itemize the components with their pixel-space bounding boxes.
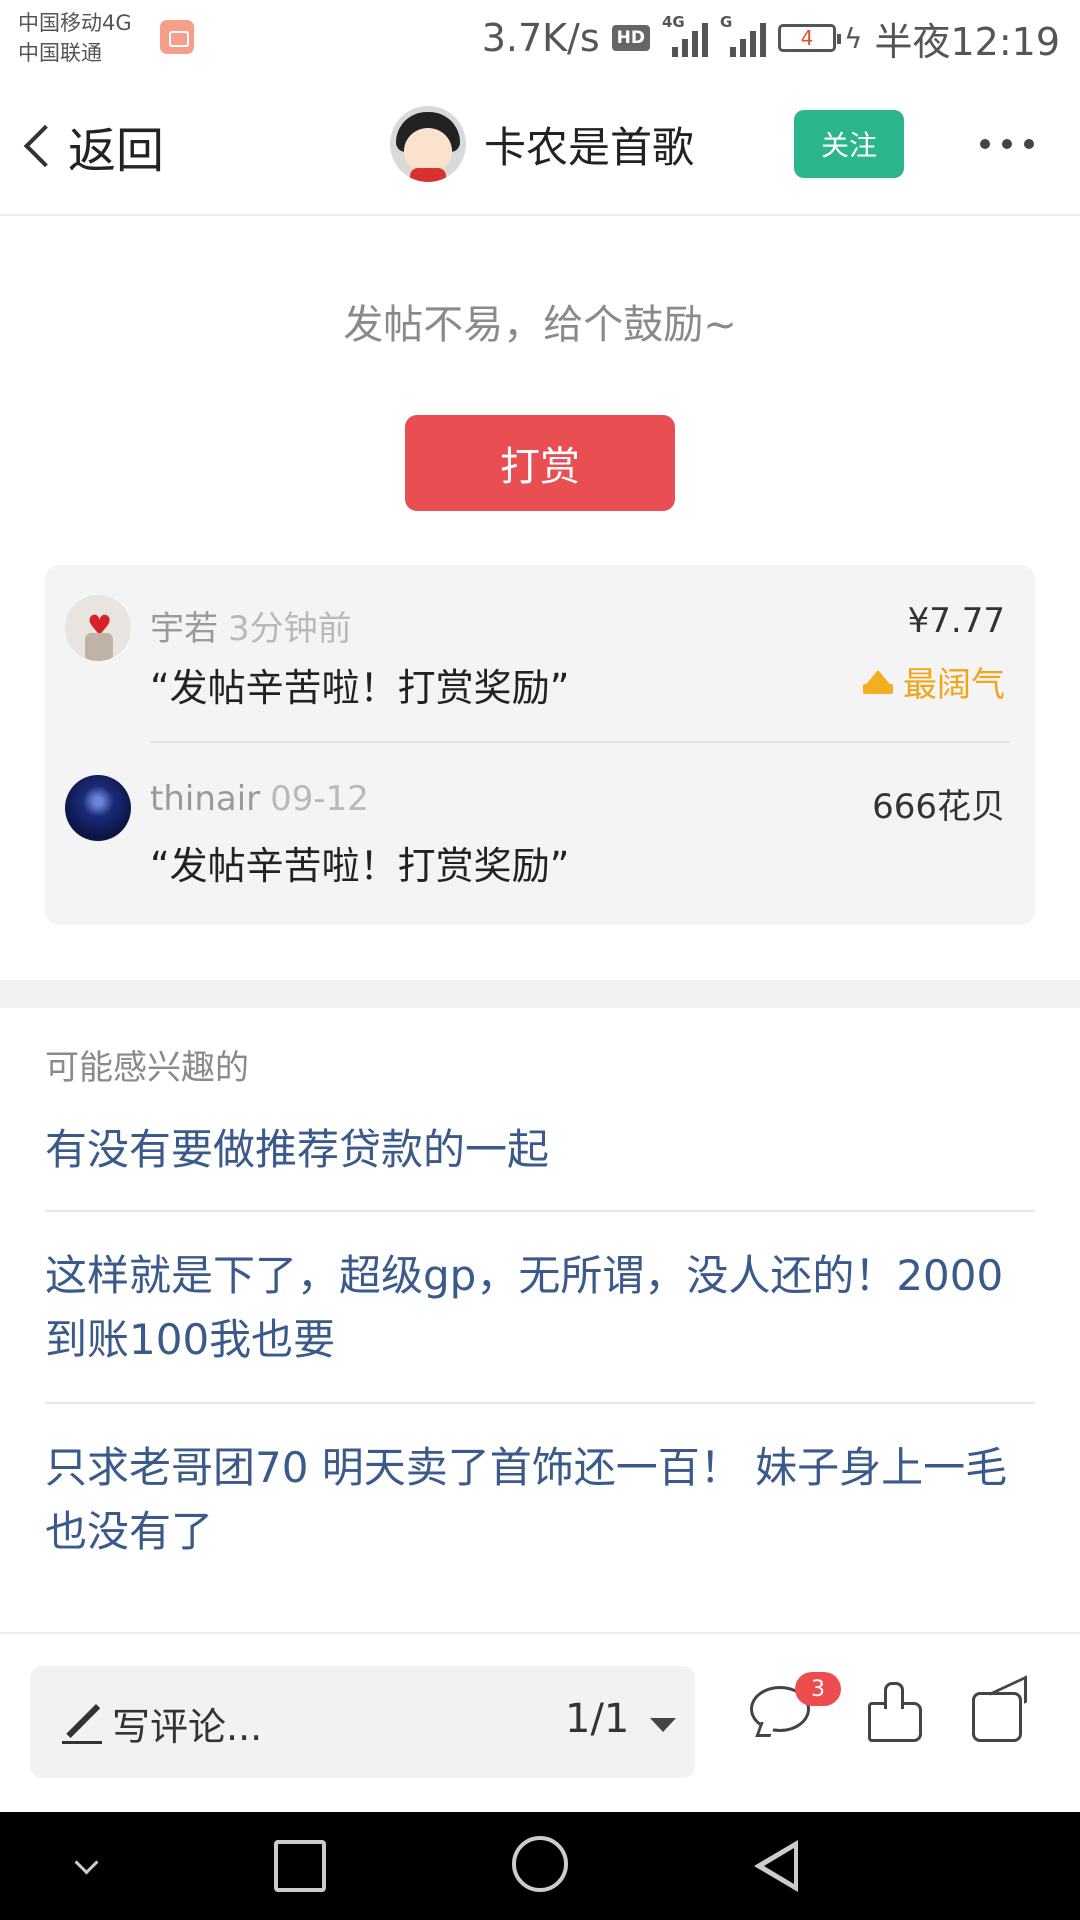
- more-options-icon[interactable]: [980, 132, 1034, 156]
- signal-icon-2: G: [720, 13, 766, 57]
- badge-label: 最阔气: [903, 665, 1005, 705]
- tip-message: “发帖辛苦啦！打赏奖励”: [150, 844, 570, 888]
- recommend-item[interactable]: 有没有要做推荐贷款的一起: [45, 1118, 1035, 1182]
- follow-button[interactable]: 关注: [794, 110, 904, 178]
- reward-prompt: 发帖不易，给个鼓励~: [343, 302, 737, 348]
- chevron-left-icon: [23, 124, 67, 168]
- system-nav-bar: [0, 1812, 1080, 1920]
- author-name[interactable]: 卡农是首歌: [484, 114, 694, 175]
- tip-amount: ¥7.77: [907, 601, 1005, 641]
- page-indicator[interactable]: 1/1: [565, 1696, 629, 1742]
- thumbs-up-icon[interactable]: [862, 1680, 922, 1742]
- signal-icon-1: 4G: [662, 13, 708, 57]
- network-speed: 3.7K/s: [481, 16, 600, 60]
- signal-1-tag: 4G: [662, 13, 685, 31]
- carrier-1: 中国移动4G: [18, 11, 132, 35]
- author-info[interactable]: 卡农是首歌: [390, 106, 694, 182]
- tipper-name-line: thinair 09-12: [150, 779, 369, 819]
- share-icon[interactable]: [968, 1680, 1028, 1742]
- crown-icon: [863, 669, 893, 694]
- chevron-down-icon[interactable]: [62, 1840, 114, 1892]
- comment-placeholder: 写评论...: [112, 1705, 263, 1749]
- tip-time: 09-12: [270, 779, 369, 819]
- top-tipper-badge: 最阔气: [863, 657, 1005, 706]
- clock: 半夜12:19: [874, 19, 1060, 64]
- tipper-avatar[interactable]: ♥: [65, 595, 131, 661]
- author-avatar[interactable]: [390, 106, 466, 182]
- home-icon[interactable]: [512, 1836, 568, 1892]
- comment-input[interactable]: 写评论... 1/1: [30, 1666, 695, 1778]
- divider: [45, 1210, 1035, 1212]
- notification-app-icon: [160, 20, 194, 54]
- bottom-action-bar: 写评论... 1/1: [0, 1632, 1080, 1812]
- reward-item[interactable]: ♥ 宇若 3分钟前 “发帖辛苦啦！打赏奖励” ¥7.77 最阔气: [45, 565, 1035, 745]
- back-button[interactable]: 返回: [20, 110, 164, 182]
- pen-icon: [62, 1704, 102, 1744]
- back-triangle-icon[interactable]: [754, 1840, 806, 1892]
- tipper-name-line: 宇若 3分钟前: [150, 601, 352, 650]
- carrier-2: 中国联通: [18, 41, 102, 65]
- tip-time: 3分钟前: [228, 609, 352, 649]
- hd-icon: HD: [611, 25, 650, 51]
- caret-down-icon[interactable]: [650, 1718, 676, 1732]
- status-bar: 中国移动4G 中国联通 3.7K/s HD 4G G 4 ϟ 半夜12:19: [0, 0, 1080, 76]
- status-indicators: 3.7K/s HD 4G G 4 ϟ 半夜12:19: [482, 12, 1060, 64]
- reward-button[interactable]: 打赏: [405, 415, 675, 511]
- recents-icon[interactable]: [274, 1840, 326, 1892]
- reward-item[interactable]: thinair 09-12 “发帖辛苦啦！打赏奖励” 666花贝: [45, 745, 1035, 925]
- back-label: 返回: [68, 123, 165, 179]
- battery-icon: 4: [778, 24, 841, 52]
- tip-message: “发帖辛苦啦！打赏奖励”: [150, 666, 570, 710]
- section-divider: [0, 980, 1080, 1008]
- divider: [45, 1402, 1035, 1404]
- tipper-name[interactable]: thinair: [150, 779, 260, 819]
- reward-list: ♥ 宇若 3分钟前 “发帖辛苦啦！打赏奖励” ¥7.77 最阔气 thinair 0…: [45, 565, 1035, 925]
- tipper-avatar[interactable]: [65, 775, 131, 841]
- recommend-item[interactable]: 这样就是下了，超级gp，无所谓，没人还的！2000到账100我也要: [45, 1244, 1035, 1372]
- charging-icon: ϟ: [844, 21, 863, 55]
- recommend-title: 可能感兴趣的: [45, 1048, 249, 1088]
- tip-amount: 666花贝: [872, 787, 1005, 827]
- comment-count-badge: 3: [795, 1672, 841, 1706]
- top-nav-bar: 返回 卡农是首歌 关注: [0, 80, 1080, 216]
- carrier-info: 中国移动4G 中国联通: [18, 8, 132, 68]
- signal-2-tag: G: [720, 13, 733, 31]
- recommend-item[interactable]: 只求老哥团70 明天卖了首饰还一百！ 妹子身上一毛也没有了: [45, 1436, 1035, 1564]
- divider: [150, 741, 1010, 743]
- battery-level: 4: [800, 26, 814, 50]
- tipper-name[interactable]: 宇若: [150, 609, 218, 649]
